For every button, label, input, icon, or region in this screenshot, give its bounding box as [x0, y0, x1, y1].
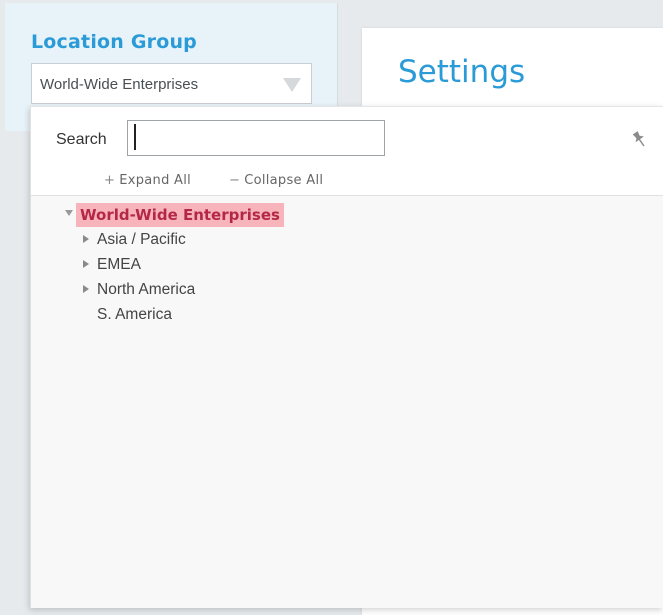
location-group-title: Location Group — [31, 31, 197, 53]
collapse-all-label: Collapse All — [244, 173, 324, 188]
tree-node-label: World-Wide Enterprises — [76, 203, 284, 227]
triangle-right-icon[interactable] — [83, 260, 89, 268]
triangle-down-icon[interactable] — [65, 210, 73, 216]
tree-node-label: North America — [97, 281, 196, 298]
location-group-select-value: World-Wide Enterprises — [40, 76, 199, 93]
triangle-right-icon[interactable] — [83, 235, 89, 243]
minus-icon: − — [229, 173, 241, 188]
tree-node-north-america[interactable]: North America — [31, 278, 331, 302]
plus-icon: + — [104, 173, 116, 188]
search-label: Search — [56, 131, 107, 148]
location-tree-dropdown: Search + Expand All − Collapse All World-W… — [30, 106, 663, 608]
expand-all-label: Expand All — [119, 173, 192, 188]
pin-icon[interactable] — [630, 128, 650, 148]
tree-node-label: Asia / Pacific — [97, 231, 186, 248]
tree-node-root[interactable]: World-Wide Enterprises — [31, 203, 331, 227]
expand-all-button[interactable]: + Expand All — [104, 173, 191, 188]
triangle-right-icon[interactable] — [83, 285, 89, 293]
app-frame: Location Group World-Wide Enterprises Se… — [0, 0, 663, 615]
search-input[interactable] — [127, 120, 385, 156]
location-group-select[interactable]: World-Wide Enterprises — [31, 63, 312, 104]
text-cursor — [134, 124, 136, 150]
tree-toolbar: Search + Expand All − Collapse All — [31, 107, 663, 196]
tree-node-s-america[interactable]: S. America — [31, 303, 331, 327]
page-title: Settings — [398, 54, 526, 90]
tree-node-asia-pacific[interactable]: Asia / Pacific — [31, 228, 331, 252]
chevron-down-icon — [283, 78, 301, 92]
tree-node-label: EMEA — [97, 256, 141, 273]
tree-node-label: S. America — [97, 306, 172, 323]
collapse-all-button[interactable]: − Collapse All — [229, 173, 323, 188]
tree-node-emea[interactable]: EMEA — [31, 253, 331, 277]
